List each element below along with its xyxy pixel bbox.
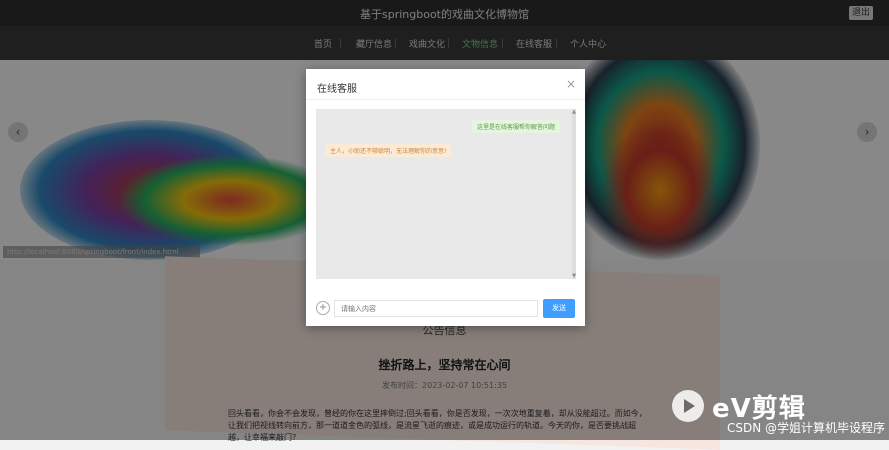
chat-scrollbar[interactable] bbox=[572, 109, 576, 279]
dialog-title: 在线客服 bbox=[317, 84, 357, 95]
chat-message-incoming: 主人，小助还不够聪明，无法理解你的意思! bbox=[325, 144, 452, 157]
close-icon[interactable]: × bbox=[566, 77, 576, 91]
scroll-down-icon[interactable]: ▼ bbox=[572, 273, 576, 279]
chat-dialog: 在线客服 × 这里是在线客服帮你解答问题 主人，小助还不够聪明，无法理解你的意思… bbox=[306, 69, 585, 326]
divider bbox=[306, 99, 585, 100]
scroll-up-icon[interactable]: ▲ bbox=[572, 109, 576, 115]
chat-message-outgoing: 这里是在线客服帮你解答问题 bbox=[471, 120, 560, 133]
add-circle-icon[interactable]: + bbox=[316, 301, 330, 315]
play-icon bbox=[672, 390, 704, 422]
csdn-watermark: CSDN @学姐计算机毕设程序 bbox=[726, 421, 885, 435]
chat-messages[interactable]: 这里是在线客服帮你解答问题 主人，小助还不够聪明，无法理解你的意思! ▲ ▼ bbox=[316, 109, 576, 279]
send-button[interactable]: 发送 bbox=[543, 299, 575, 318]
chat-input[interactable] bbox=[334, 300, 538, 317]
